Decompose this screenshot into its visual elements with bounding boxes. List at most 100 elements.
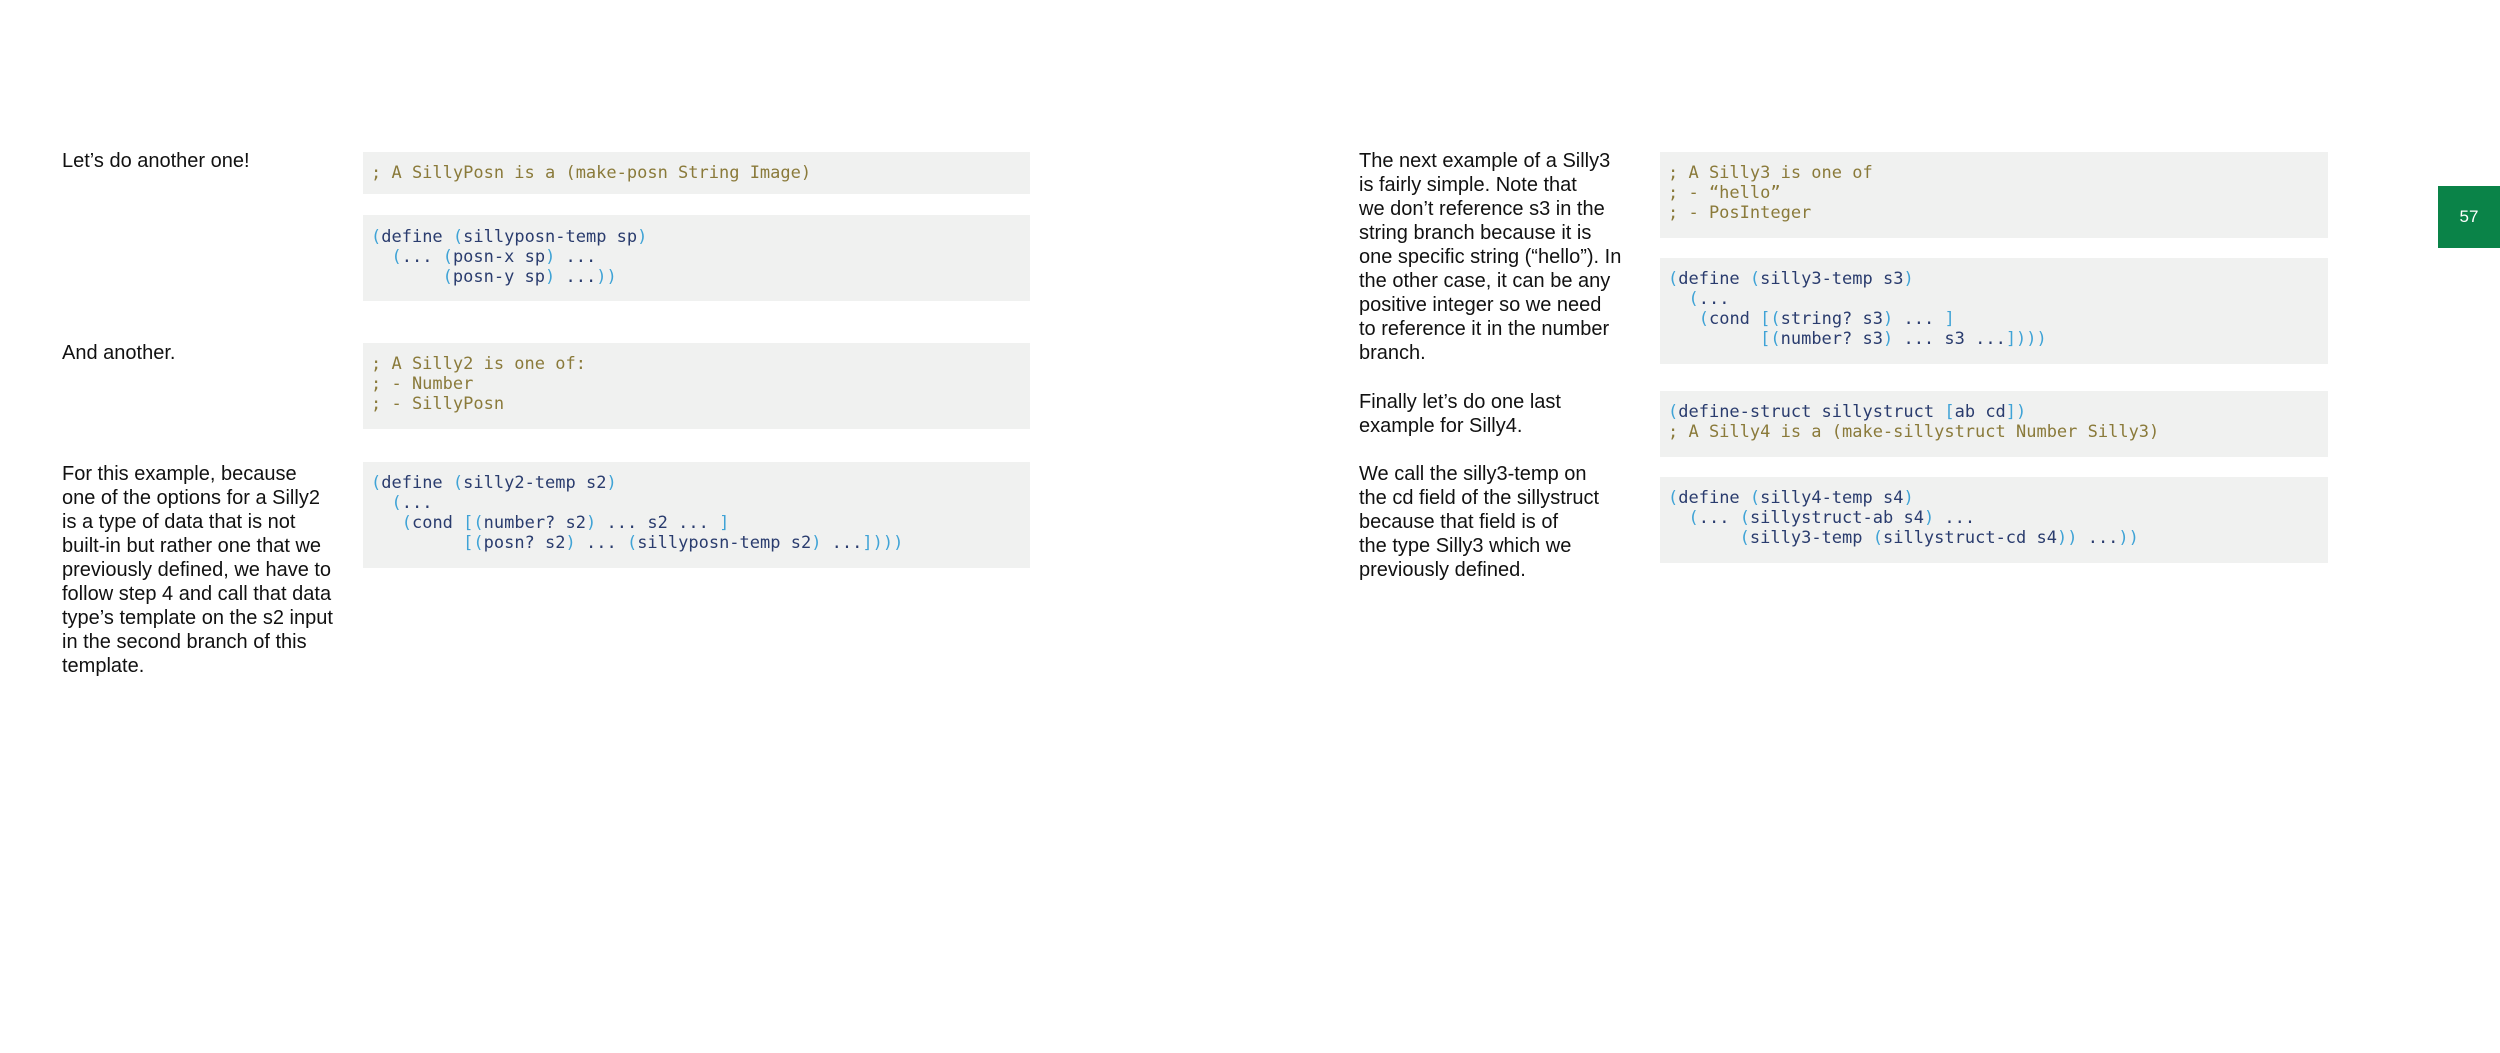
text-line: because that field is of: [1359, 511, 1559, 533]
code-block-silly3-template: (define (silly3-temp s3) (... (cond [(st…: [1660, 258, 2328, 364]
code-token: number? s3: [1780, 329, 1883, 349]
code-token: ): [1923, 508, 1935, 528]
code-token: ; A Silly3 is one of: [1668, 163, 1873, 183]
code-token: ; A SillyPosn is a (make-posn String Ima…: [371, 163, 812, 183]
code-token: ): [811, 533, 822, 553]
code-line: (... (posn-x sp) ...: [371, 247, 1022, 267]
code-token: silly3-temp: [1749, 528, 1873, 548]
code-token: ...: [1698, 289, 1730, 309]
code-token: (: [1668, 402, 1679, 422]
code-line: (define (silly4-temp s4): [1668, 488, 2320, 508]
text-line: Finally let’s do one last: [1359, 391, 1561, 413]
code-token: ...: [1893, 309, 1945, 329]
code-token: (: [371, 473, 382, 493]
text-line: string branch because it is: [1359, 222, 1592, 244]
code-token: silly4-temp s4: [1760, 488, 1904, 508]
code-line: (define (silly2-temp s2): [371, 473, 1022, 493]
code-line: (... (sillystruct-ab s4) ...: [1668, 508, 2320, 528]
code-line: [(posn? s2) ... (sillyposn-temp s2) ...]…: [371, 533, 1022, 553]
code-token: (: [391, 247, 402, 267]
code-line: ; - Number: [371, 374, 1022, 394]
code-line: ; A Silly2 is one of:: [371, 354, 1022, 374]
text-line: follow step 4 and call that data: [62, 583, 332, 605]
code-token: ): [565, 533, 576, 553]
code-token: ): [1883, 309, 1894, 329]
text-line: is a type of data that is not: [62, 511, 296, 533]
code-line: ; - PosInteger: [1668, 203, 2320, 223]
code-token: ): [1903, 269, 1914, 289]
code-token: [(: [1760, 329, 1781, 349]
code-token: string? s3: [1780, 309, 1883, 329]
code-token: (: [442, 267, 453, 287]
code-token: ...: [401, 247, 443, 267]
code-token: ... s3 ...: [1893, 329, 2006, 349]
text-line: the other case, it can be any: [1359, 270, 1611, 292]
text-line: Let’s do another one!: [62, 150, 250, 172]
text-line: We call the silly3-temp on: [1359, 463, 1587, 485]
code-token: (: [371, 227, 382, 247]
code-block-sillyposn-template: (define (sillyposn-temp sp) (... (posn-x…: [363, 215, 1030, 301]
code-line: ; - “hello”: [1668, 183, 2320, 203]
code-token: (: [442, 247, 453, 267]
code-token: ...: [555, 267, 597, 287]
code-token: ): [586, 513, 597, 533]
code-line: (...: [371, 493, 1022, 513]
text-line: built-in but rather one that we: [62, 535, 322, 557]
text-line: type’s template on the s2 input: [62, 607, 333, 629]
code-token: (: [401, 513, 412, 533]
code-token: (: [1688, 508, 1699, 528]
code-token: ]))): [2005, 329, 2047, 349]
code-token: ...: [575, 533, 627, 553]
code-token: define: [1678, 488, 1750, 508]
code-token: [(: [463, 533, 484, 553]
code-line: (define-struct sillystruct [ab cd]): [1668, 402, 2320, 422]
code-token: ...: [2077, 528, 2119, 548]
code-block-silly2-definition: ; A Silly2 is one of:; - Number; - Silly…: [363, 343, 1030, 429]
code-token: (: [1698, 309, 1709, 329]
silly3-explanation-paragraph: The next example of a Silly3 is fairly si…: [1359, 149, 1621, 365]
code-token: silly2-temp s2: [463, 473, 607, 493]
code-line: (cond [(string? s3) ... ]: [1668, 309, 2320, 329]
and-another-paragraph: And another.: [62, 341, 175, 365]
text-line: in the second branch of this: [62, 631, 307, 653]
silly4-intro-paragraph: Finally let’s do one last example for Sil…: [1359, 390, 1561, 438]
code-block-silly3-definition: ; A Silly3 is one of; - “hello”; - PosIn…: [1660, 152, 2328, 238]
code-line: ; - SillyPosn: [371, 394, 1022, 414]
code-token: ab cd: [1954, 402, 2006, 422]
text-line: one specific string (“hello”). In: [1359, 246, 1622, 268]
code-token: (: [626, 533, 638, 553]
code-token: sillyposn-temp s2: [637, 533, 812, 553]
code-token: sillystruct-cd s4: [1882, 528, 2057, 548]
code-token: )): [596, 267, 617, 287]
code-token: [(: [463, 513, 484, 533]
code-token: sillystruct-ab s4: [1749, 508, 1924, 528]
silly4-explanation-paragraph: We call the silly3-temp on the cd field o…: [1359, 462, 1599, 582]
code-token: [(: [1760, 309, 1781, 329]
code-token: ...: [1934, 508, 1976, 528]
code-line: [(number? s3) ... s3 ...]))): [1668, 329, 2320, 349]
code-block-silly2-template: (define (silly2-temp s2) (... (cond [(nu…: [363, 462, 1030, 568]
code-token: ...: [821, 533, 863, 553]
code-token: ): [1882, 329, 1894, 349]
text-line: the cd field of the sillystruct: [1359, 487, 1600, 509]
code-line: (posn-y sp) ...)): [371, 267, 1022, 287]
code-block-silly4-template: (define (silly4-temp s4) (... (sillystru…: [1660, 477, 2328, 563]
code-token: ): [637, 227, 648, 247]
text-line: is fairly simple. Note that: [1359, 174, 1577, 196]
code-token: ]): [2005, 402, 2027, 422]
code-line: (silly3-temp (sillystruct-cd s4)) ...)): [1668, 528, 2320, 548]
code-line: (define (sillyposn-temp sp): [371, 227, 1022, 247]
code-token: ]: [719, 513, 730, 533]
text-line: one of the options for a Silly2: [62, 487, 320, 509]
code-token: (: [1668, 269, 1679, 289]
code-token: define: [381, 227, 453, 247]
code-token: ...: [1698, 508, 1740, 528]
